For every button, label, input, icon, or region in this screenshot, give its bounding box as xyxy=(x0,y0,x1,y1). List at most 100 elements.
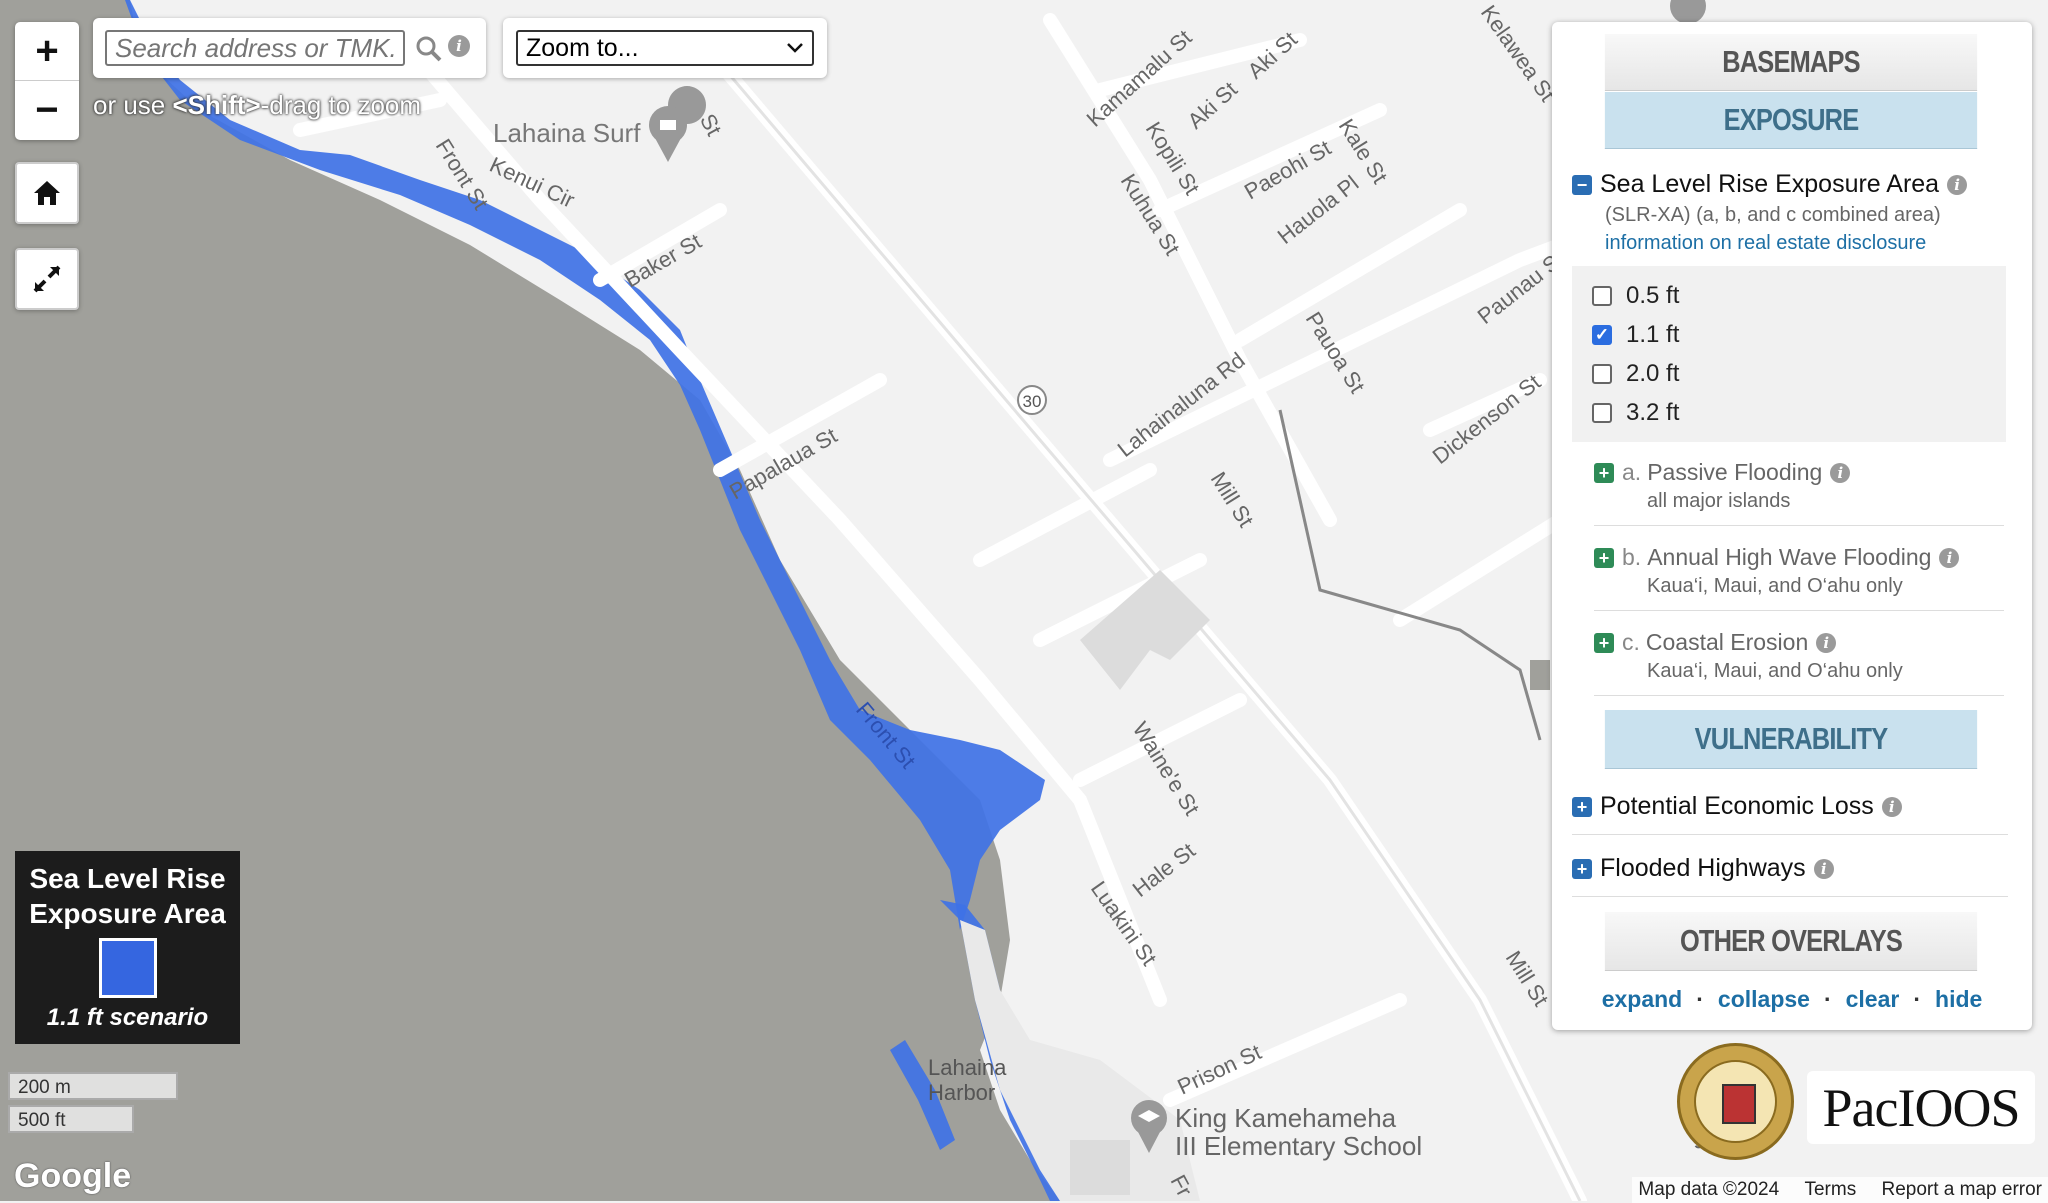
erosion-info-icon[interactable]: i xyxy=(1816,632,1837,653)
economic-info-icon[interactable]: i xyxy=(1881,796,1902,817)
collapse-link[interactable]: collapse xyxy=(1718,986,1810,1012)
layer-panel: BASEMAPS EXPOSURE − Sea Level Rise Expos… xyxy=(1552,22,2032,1030)
scale-bar-imperial: 500 ft xyxy=(8,1105,134,1133)
passive-info-icon[interactable]: i xyxy=(1830,462,1851,483)
expand-icon[interactable]: + xyxy=(1594,462,1614,483)
component-label: Annual High Wave Flooding xyxy=(1647,544,1932,570)
component-letter: c. xyxy=(1622,629,1640,655)
checkbox-3-2ft[interactable] xyxy=(1592,403,1612,423)
scale-bar-metric: 200 m xyxy=(8,1072,178,1100)
legend-title: Sea Level Rise Exposure Area xyxy=(29,863,226,929)
google-logo: Google xyxy=(14,1157,132,1195)
real-estate-disclosure-link[interactable]: information on real estate disclosure xyxy=(1605,232,1926,255)
search-icon[interactable] xyxy=(416,36,442,62)
legend-swatch xyxy=(98,938,157,998)
map-label-king-kam-2: III Elementary School xyxy=(1175,1131,1422,1161)
zoom-to-select[interactable]: Zoom to... xyxy=(516,30,814,66)
expand-link[interactable]: expand xyxy=(1602,986,1683,1012)
scenario-label: 3.2 ft xyxy=(1626,399,1680,426)
hide-link[interactable]: hide xyxy=(1935,986,1982,1012)
expand-icon[interactable]: + xyxy=(1594,632,1614,653)
pacioos-logo[interactable]: PacIOOS xyxy=(1807,1071,2035,1144)
slr-layer-title: Sea Level Rise Exposure Area xyxy=(1600,170,1940,198)
slr-info-icon[interactable]: i xyxy=(1947,174,1968,195)
divider xyxy=(1594,610,2004,611)
separator: · xyxy=(1696,986,1704,1012)
component-letter: b. xyxy=(1622,544,1642,570)
economic-loss-row[interactable]: + Potential Economic Loss i xyxy=(1572,792,1902,821)
component-subtitle: all major islands xyxy=(1647,490,1791,512)
legend-scenario: 1.1 ft scenario xyxy=(46,1004,209,1031)
scenario-label: 2.0 ft xyxy=(1626,360,1680,387)
separator: · xyxy=(1823,986,1832,1012)
high-wave-info-icon[interactable]: i xyxy=(1939,547,1960,568)
checkbox-1-1ft[interactable]: ✓ xyxy=(1592,325,1612,345)
scenario-2-0ft[interactable]: 2.0 ft xyxy=(1592,360,1679,388)
divider xyxy=(1594,525,2004,526)
economic-loss-label: Potential Economic Loss xyxy=(1600,792,1874,820)
map-label-lahaina-surf: Lahaina Surf xyxy=(493,118,641,148)
slr-layer-row[interactable]: − Sea Level Rise Exposure Area i xyxy=(1572,170,1968,199)
component-letter: a. xyxy=(1622,459,1642,485)
zoom-out-button[interactable]: − xyxy=(15,81,79,139)
map-label-harbor-1: Lahaina xyxy=(928,1055,1007,1080)
passive-flooding-row[interactable]: + a. Passive Flooding i xyxy=(1594,459,1851,486)
flooded-highways-label: Flooded Highways xyxy=(1600,854,1806,882)
state-of-hawaii-seal[interactable] xyxy=(1677,1043,1794,1160)
map-legend: Sea Level Rise Exposure Area 1.1 ft scena… xyxy=(15,851,240,1044)
scenario-label: 1.1 ft xyxy=(1626,321,1680,348)
component-label: Coastal Erosion xyxy=(1645,629,1809,655)
search-input[interactable] xyxy=(105,30,405,66)
scenario-0-5ft[interactable]: 0.5 ft xyxy=(1592,282,1679,310)
component-subtitle: Kaua‘i, Maui, and O‘ahu only xyxy=(1647,575,1903,597)
clear-link[interactable]: clear xyxy=(1846,986,1900,1012)
search-info-icon[interactable]: i xyxy=(448,35,470,57)
divider xyxy=(1572,896,2008,897)
home-button[interactable] xyxy=(15,162,79,224)
checkbox-2-0ft[interactable] xyxy=(1592,364,1612,384)
zoom-to-box: Zoom to... xyxy=(503,18,827,78)
zoom-in-button[interactable]: + xyxy=(15,22,79,81)
component-subtitle: Kaua‘i, Maui, and O‘ahu only xyxy=(1647,660,1903,682)
terms-link[interactable]: Terms xyxy=(1804,1179,1856,1200)
panel-footer: expand · collapse · clear · hide xyxy=(1552,986,2032,1013)
chevron-down-icon xyxy=(787,43,803,53)
basemaps-header[interactable]: BASEMAPS xyxy=(1604,34,1978,91)
expand-icon[interactable]: + xyxy=(1572,796,1592,817)
zoom-control: + − xyxy=(15,22,79,140)
other-overlays-header[interactable]: OTHER OVERLAYS xyxy=(1604,912,1978,971)
map-attribution: Map data ©2024 Terms Report a map error xyxy=(1632,1177,2048,1203)
fullscreen-button[interactable] xyxy=(15,248,79,310)
flooded-highways-row[interactable]: + Flooded Highways i xyxy=(1572,854,1834,883)
checkbox-0-5ft[interactable] xyxy=(1592,286,1612,306)
scenario-options: 0.5 ft ✓ 1.1 ft 2.0 ft 3.2 ft xyxy=(1572,266,2006,442)
zoom-to-value: Zoom to... xyxy=(526,33,639,62)
map-label-harbor-2: Harbor xyxy=(928,1080,995,1105)
highways-info-icon[interactable]: i xyxy=(1813,858,1834,879)
search-box: i xyxy=(93,18,486,78)
divider xyxy=(1572,834,2008,835)
report-error-link[interactable]: Report a map error xyxy=(1881,1179,2042,1200)
route-30-shield: 30 xyxy=(1017,385,1047,415)
exposure-header[interactable]: EXPOSURE xyxy=(1604,92,1978,149)
component-label: Passive Flooding xyxy=(1647,459,1823,485)
expand-icon[interactable]: + xyxy=(1594,547,1614,568)
seal-shield-icon xyxy=(1722,1084,1756,1124)
slr-subtitle: (SLR-XA) (a, b, and c combined area) xyxy=(1605,204,1941,226)
expand-icon[interactable]: + xyxy=(1572,858,1592,879)
divider xyxy=(1594,695,2004,696)
high-wave-flooding-row[interactable]: + b. Annual High Wave Flooding i xyxy=(1594,544,1960,571)
map-label-king-kam-1: King Kamehameha xyxy=(1175,1103,1397,1133)
separator: · xyxy=(1913,986,1922,1012)
home-icon xyxy=(34,181,60,205)
scenario-label: 0.5 ft xyxy=(1626,282,1680,309)
scenario-3-2ft[interactable]: 3.2 ft xyxy=(1592,399,1679,427)
expand-icon xyxy=(33,265,61,293)
svg-text:30: 30 xyxy=(1023,392,1042,411)
collapse-icon[interactable]: − xyxy=(1572,174,1592,195)
drag-zoom-hint: or use <Shift>-drag to zoom xyxy=(93,90,422,120)
coastal-erosion-row[interactable]: + c. Coastal Erosion i xyxy=(1594,629,1837,656)
scenario-1-1ft[interactable]: ✓ 1.1 ft xyxy=(1592,321,1679,349)
map-data-text: Map data ©2024 xyxy=(1638,1179,1780,1200)
vulnerability-header[interactable]: VULNERABILITY xyxy=(1604,710,1978,769)
